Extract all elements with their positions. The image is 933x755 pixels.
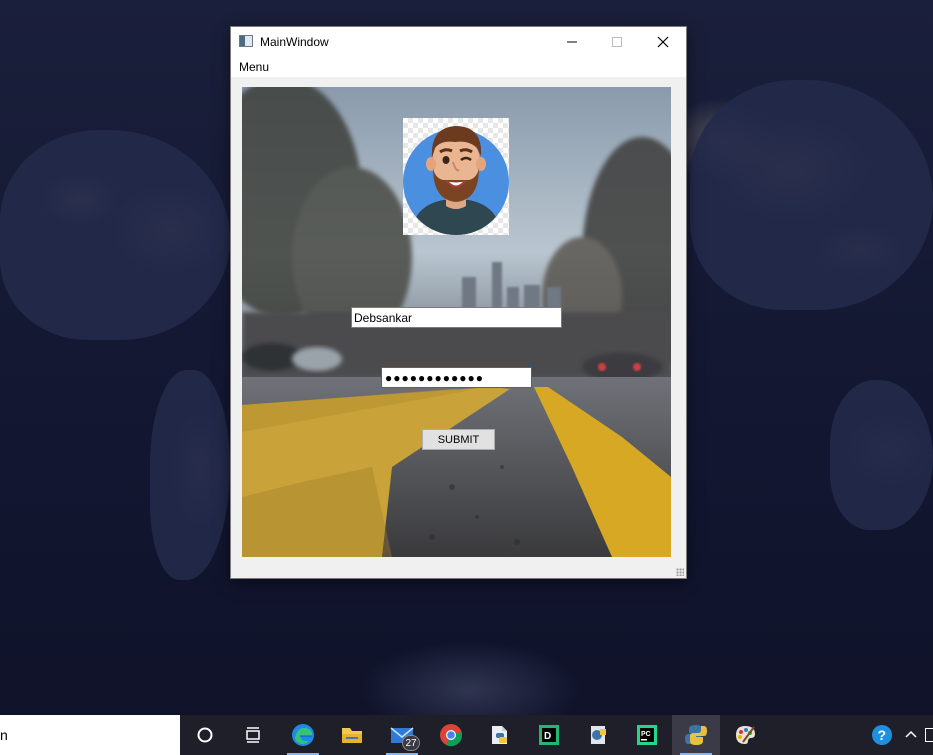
username-input[interactable]: [351, 307, 562, 328]
taskbar-edge[interactable]: [279, 715, 327, 755]
taskbar-file-explorer[interactable]: [328, 715, 376, 755]
taskbar-search-box[interactable]: n: [0, 715, 180, 755]
chevron-up-icon: [905, 730, 917, 738]
close-button[interactable]: [640, 27, 686, 57]
window-icon: [239, 35, 253, 47]
close-icon: [657, 36, 669, 48]
search-text: n: [0, 727, 8, 743]
paint-icon: [736, 726, 755, 744]
cortana-button[interactable]: [181, 715, 229, 755]
taskbar-datagrip[interactable]: D: [525, 715, 573, 755]
taskbar: n 27 D PC ?: [0, 715, 933, 755]
submit-button[interactable]: SUBMIT: [422, 429, 495, 450]
password-input[interactable]: [381, 367, 532, 388]
help-icon: ?: [872, 725, 892, 745]
show-hidden-icons-button[interactable]: [899, 715, 923, 755]
taskbar-mail[interactable]: 27: [378, 715, 426, 755]
datagrip-icon: D: [539, 725, 559, 745]
tray-overflow-icon[interactable]: [925, 728, 933, 742]
help-glyph: ?: [878, 727, 887, 743]
maximize-icon: [612, 37, 622, 47]
python-launcher-icon: [492, 726, 507, 744]
taskbar-chrome[interactable]: [427, 715, 475, 755]
task-view-button[interactable]: [229, 715, 277, 755]
edge-icon: [292, 724, 314, 746]
avatar-illustration: [403, 126, 509, 235]
resize-grip[interactable]: [676, 568, 684, 576]
taskbar-pycharm[interactable]: PC: [623, 715, 671, 755]
title-bar[interactable]: MainWindow: [231, 27, 686, 57]
maximize-button[interactable]: [594, 27, 640, 57]
desktop-wallpaper: [0, 130, 230, 340]
app-icon: [591, 726, 606, 744]
menu-bar: Menu: [231, 57, 686, 77]
python-icon: [685, 725, 707, 745]
menu-item-menu[interactable]: Menu: [239, 60, 269, 74]
main-window: MainWindow Menu Debsankar ●●●●●●●●●●●● S…: [231, 27, 686, 578]
cortana-icon: [197, 727, 213, 743]
avatar: [403, 118, 509, 235]
desktop-wallpaper-south-america: [150, 370, 230, 580]
taskbar-python-launcher[interactable]: [476, 715, 524, 755]
taskbar-python[interactable]: [672, 715, 720, 755]
pycharm-icon: PC: [637, 725, 657, 745]
taskbar-app[interactable]: [574, 715, 622, 755]
login-panel: SUBMIT: [242, 87, 671, 557]
desktop-wallpaper-eurasia: [690, 80, 933, 310]
chrome-icon: [440, 724, 462, 747]
desktop-wallpaper-oceania: [830, 380, 933, 530]
datagrip-letter: D: [544, 731, 551, 742]
file-explorer-icon: [342, 728, 362, 743]
mail-badge: 27: [402, 735, 420, 751]
taskbar-paint[interactable]: [721, 715, 769, 755]
minimize-icon: [567, 41, 577, 43]
task-view-icon: [246, 727, 260, 743]
minimize-button[interactable]: [549, 27, 595, 57]
pycharm-letters: PC: [641, 731, 651, 738]
window-title: MainWindow: [260, 35, 329, 49]
